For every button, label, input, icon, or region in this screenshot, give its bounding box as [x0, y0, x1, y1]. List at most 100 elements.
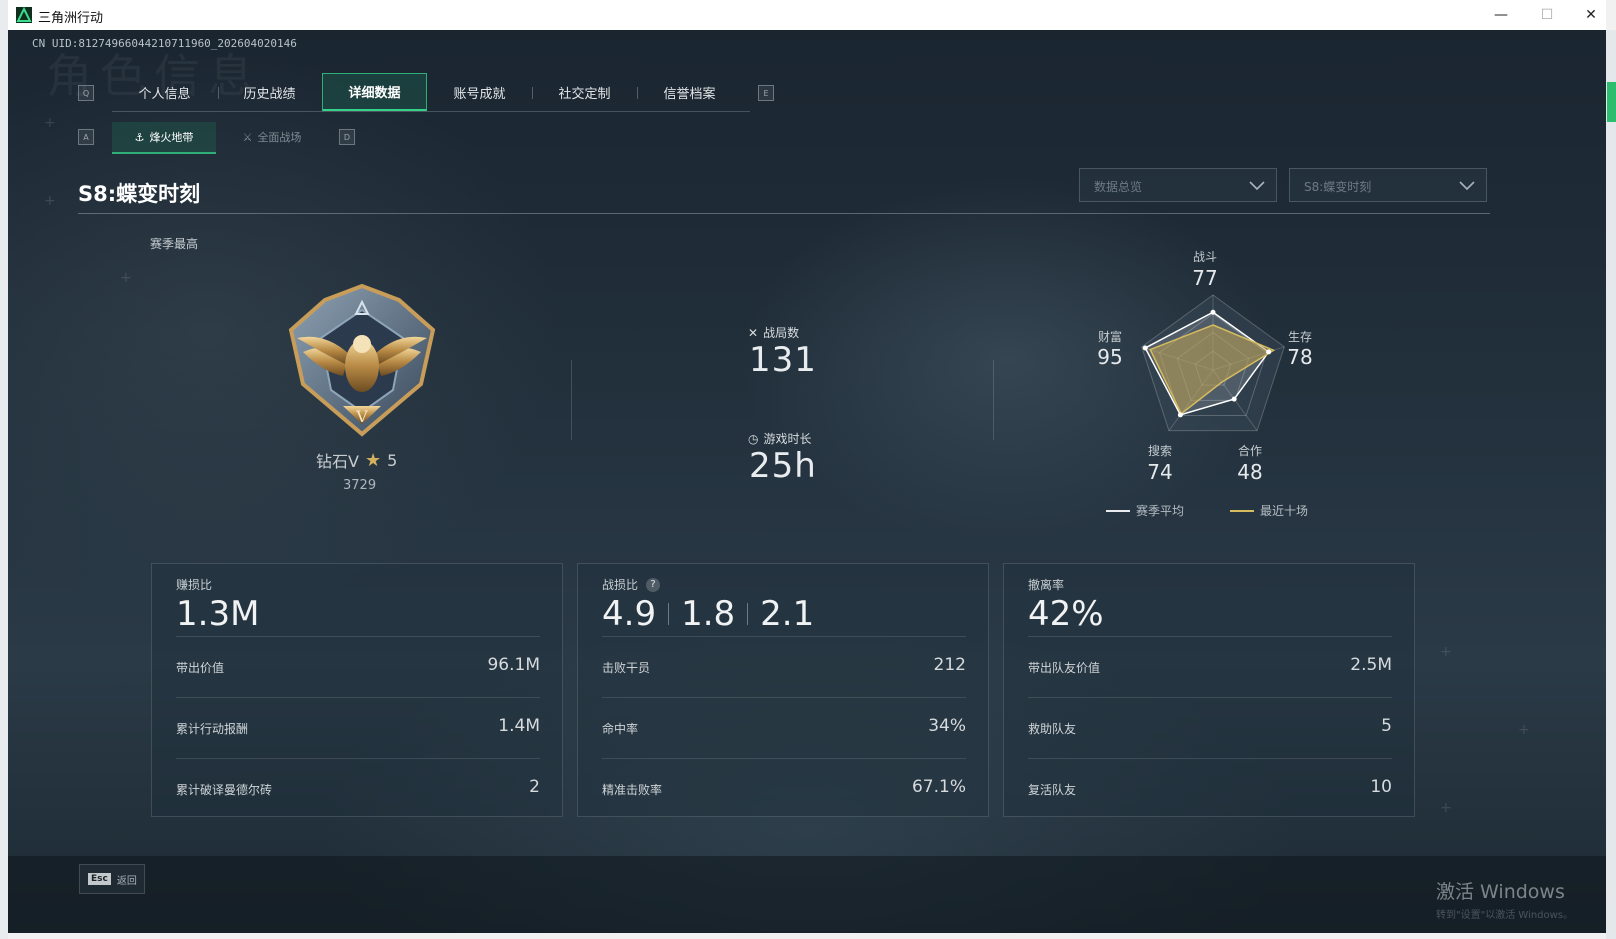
game-screen: 角色信息 CN UID:8127496604421071196​0_202604…	[8, 30, 1606, 933]
radar-label-search: 搜索	[1147, 444, 1172, 458]
player-uid: CN UID:8127496604421071196​0_20260402014…	[32, 37, 297, 50]
rank-name: 钻石V	[316, 452, 359, 471]
back-button[interactable]: Esc 返回	[79, 864, 145, 894]
season-divider	[78, 213, 1490, 214]
close-button[interactable]: ✕	[1568, 0, 1606, 30]
hazard-zone-icon: ⚓	[134, 130, 145, 144]
crosshair-deco-icon: +	[44, 115, 56, 131]
stat-row-label: 带出价值	[176, 661, 225, 675]
desktop-edge-right	[1606, 30, 1616, 939]
value-separator	[747, 603, 749, 625]
kd-ratio-value: 1.8	[681, 594, 736, 634]
kd-ratio-panel: 战损比 ? 4.9 1.8 2.1 击败干员 212 命中率 34% 精准击败率 67…	[577, 563, 989, 817]
stat-row: 带出队友价值 2.5M	[1028, 636, 1392, 697]
tab-match-history[interactable]: 历史战绩	[217, 73, 322, 111]
profit-loss-panel: 赚损比 1.3M 带出价值 96.1M 累计行动报酬 1.4M 累计破译曼德尔砖 2	[151, 563, 563, 817]
matches-label: 战局数	[763, 326, 800, 340]
kd-ratio-value: 4.9	[602, 594, 657, 634]
stat-row: 精准击败率 67.1%	[602, 758, 966, 819]
tab-social[interactable]: 社交定制	[532, 73, 637, 111]
radar-point	[1266, 349, 1272, 355]
stat-row-label: 累计破译曼德尔砖	[176, 783, 273, 797]
tab-credit-record[interactable]: 信誉档案	[637, 73, 742, 111]
rank-score: 3729	[343, 478, 377, 493]
stat-row-value: 212	[933, 655, 966, 675]
stat-row-value: 2.5M	[1350, 655, 1392, 675]
bottom-bar: Esc 返回	[8, 856, 1606, 933]
radar-label-wealth: 财富	[1097, 330, 1122, 344]
stat-row-value: 1.4M	[498, 716, 540, 736]
stat-row: 累计破译曼德尔砖 2	[176, 758, 540, 819]
esc-key-icon: Esc	[88, 873, 111, 885]
stat-row-value: 5	[1381, 716, 1392, 736]
chevron-down-icon	[1249, 181, 1265, 191]
panel-title: 战损比 ?	[602, 576, 661, 593]
playtime-label-row: ◷ 游戏时长	[748, 430, 812, 447]
panel-title: 撤离率	[1028, 576, 1064, 593]
crosshair-deco-icon: +	[1440, 644, 1452, 660]
extraction-rate-panel: 撤离率 42% 带出队友价值 2.5M 救助队友 5 复活队友 10	[1003, 563, 1415, 817]
season-dropdown-value: S8:蝶变时刻	[1304, 180, 1372, 194]
profit-loss-value: 1.3M	[176, 594, 259, 634]
crosshair-deco-icon: +	[1440, 800, 1452, 816]
help-icon[interactable]: ?	[646, 577, 661, 592]
tab-prev-key[interactable]: Q	[78, 85, 94, 101]
svg-text:V: V	[355, 407, 368, 426]
radar-label-combat: 战斗	[1192, 250, 1217, 264]
windows-activation-hint: 转到"设置"以激活 Windows。	[1436, 910, 1574, 921]
matches-label-row: ✕ 战局数	[748, 324, 799, 341]
subtab-next-key[interactable]: D	[339, 129, 355, 145]
main-tab-bar: 个人信息 历史战绩 详细数据 账号成就 社交定制 信誉档案	[112, 73, 750, 112]
stat-row-label: 救助队友	[1028, 722, 1077, 736]
legend-line-white	[1106, 509, 1130, 512]
stat-row-label: 精准击败率	[602, 783, 663, 797]
radar-value-wealth: 95	[1097, 345, 1123, 369]
season-dropdown[interactable]: S8:蝶变时刻	[1289, 168, 1487, 202]
maximize-button[interactable]: ☐	[1524, 0, 1570, 30]
legend-season-average: 赛季平均	[1106, 502, 1184, 519]
radar-label-survival: 生存	[1287, 330, 1312, 344]
kd-ratio-title: 战损比	[602, 578, 639, 592]
tab-next-key[interactable]: E	[758, 85, 774, 101]
stat-row-label: 命中率	[602, 722, 639, 736]
legend-recent-ten: 最近十场	[1230, 502, 1308, 519]
section-divider	[571, 360, 572, 440]
subtab-full-battle[interactable]: ⚔ 全面战场	[220, 122, 324, 152]
panel-title: 赚损比	[176, 576, 212, 593]
desktop-green-marker	[1607, 82, 1616, 122]
tab-detailed-data[interactable]: 详细数据	[322, 73, 427, 111]
crossed-swords-icon: ✕	[748, 325, 759, 340]
app-logo-icon	[16, 7, 32, 23]
subtab-full-battle-label: 全面战场	[257, 131, 302, 144]
crosshair-deco-icon: +	[44, 193, 56, 209]
desktop-edge-left	[0, 0, 8, 939]
minimize-button[interactable]: —	[1478, 0, 1524, 30]
window-title: 三角洲行动	[38, 11, 104, 26]
stat-row-label: 复活队友	[1028, 783, 1077, 797]
crosshair-deco-icon: +	[1518, 722, 1530, 738]
title-bar: 三角洲行动 — ☐ ✕	[8, 0, 1606, 31]
season-title: S8:蝶变时刻	[78, 182, 201, 206]
diamond-rank-medal-icon: V	[283, 280, 441, 440]
playtime-label: 游戏时长	[763, 432, 812, 446]
stat-row: 救助队友 5	[1028, 697, 1392, 758]
tab-achievements[interactable]: 账号成就	[427, 73, 532, 111]
radar-label-cooperation: 合作	[1237, 444, 1262, 458]
tab-personal-info[interactable]: 个人信息	[112, 73, 217, 111]
stat-row: 命中率 34%	[602, 697, 966, 758]
subtab-hazard-zone[interactable]: ⚓ 烽火地带	[112, 122, 216, 154]
radar-value-search: 74	[1147, 460, 1173, 484]
star-icon: ★	[364, 449, 382, 471]
subtab-prev-key[interactable]: A	[78, 129, 94, 145]
playtime-value: 25h	[749, 446, 817, 486]
data-view-dropdown-value: 数据总览	[1094, 180, 1143, 194]
stat-row-value: 96.1M	[487, 655, 540, 675]
data-view-dropdown[interactable]: 数据总览	[1079, 168, 1277, 202]
stat-row: 累计行动报酬 1.4M	[176, 697, 540, 758]
radar-point	[1177, 412, 1183, 418]
radar-value-survival: 78	[1287, 345, 1313, 369]
kd-ratio-values: 4.9 1.8 2.1	[602, 594, 814, 634]
back-label: 返回	[116, 875, 137, 887]
radar-point	[1231, 396, 1237, 402]
stat-row-value: 67.1%	[911, 777, 966, 797]
